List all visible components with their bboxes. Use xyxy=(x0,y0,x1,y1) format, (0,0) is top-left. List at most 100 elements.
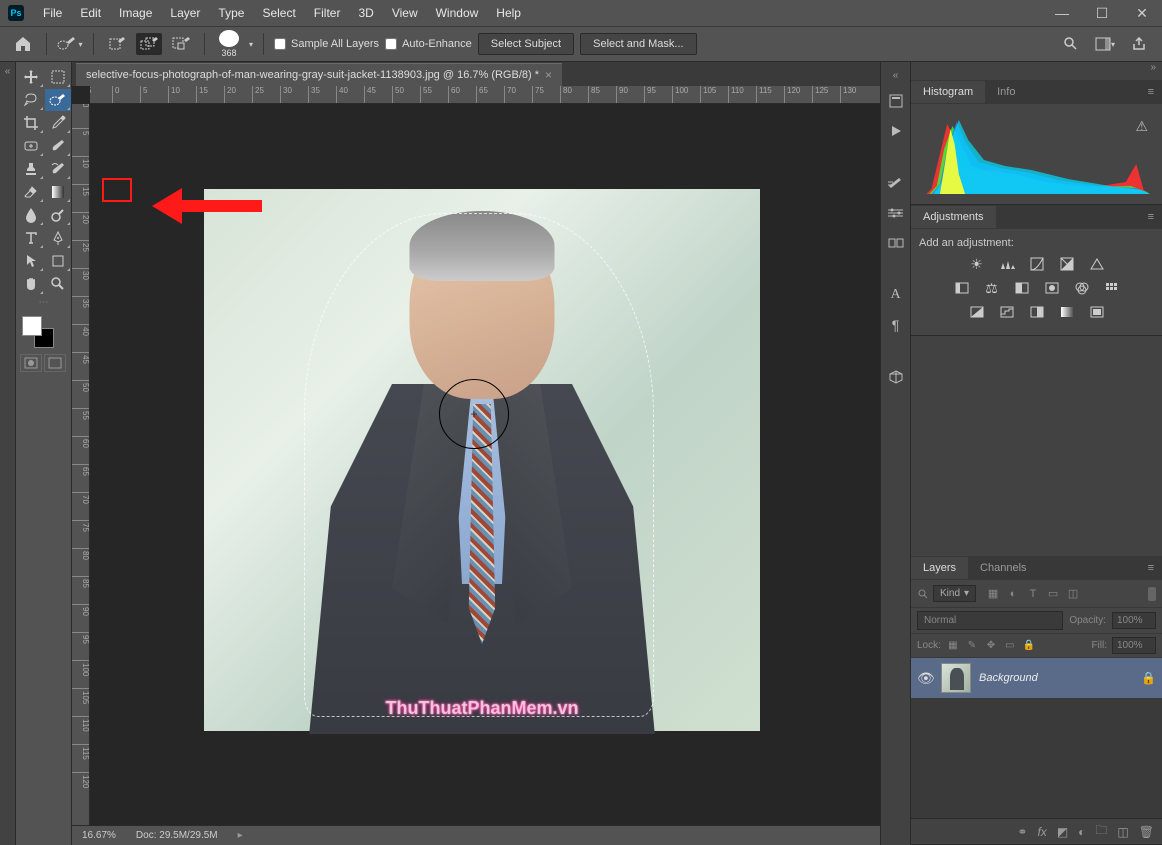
subtract-selection-icon[interactable] xyxy=(168,33,194,55)
info-tab[interactable]: Info xyxy=(985,81,1027,103)
new-layer-icon[interactable]: ◫ xyxy=(1117,825,1128,839)
opacity-value[interactable]: 100% xyxy=(1112,612,1156,629)
mask-icon[interactable]: ◩ xyxy=(1057,825,1068,839)
crop-tool[interactable] xyxy=(18,112,44,134)
panel-menu-icon[interactable]: ≡ xyxy=(1140,86,1162,98)
quick-selection-tool[interactable] xyxy=(45,89,71,111)
exposure-icon[interactable] xyxy=(1057,255,1077,273)
vibrance-icon[interactable] xyxy=(1087,255,1107,273)
hand-tool[interactable] xyxy=(18,273,44,295)
filter-shape-icon[interactable]: ▭ xyxy=(1046,587,1060,601)
link-layers-icon[interactable]: ⚭ xyxy=(1017,825,1027,839)
eraser-tool[interactable] xyxy=(18,181,44,203)
bw-icon[interactable] xyxy=(1012,279,1032,297)
filter-adjust-icon[interactable]: ◐ xyxy=(1006,587,1020,601)
add-selection-icon[interactable] xyxy=(136,33,162,55)
menu-help[interactable]: Help xyxy=(487,2,530,24)
type-tool[interactable] xyxy=(18,227,44,249)
menu-file[interactable]: File xyxy=(34,2,71,24)
fill-value[interactable]: 100% xyxy=(1112,637,1156,654)
maximize-button[interactable]: ☐ xyxy=(1082,2,1122,24)
close-tab-icon[interactable]: × xyxy=(545,68,552,82)
photo-filter-icon[interactable] xyxy=(1042,279,1062,297)
lock-brush-icon[interactable]: ✎ xyxy=(965,639,979,653)
new-selection-icon[interactable] xyxy=(104,33,130,55)
panel-menu-icon[interactable]: ≡ xyxy=(1140,562,1162,574)
filter-toggle[interactable] xyxy=(1148,587,1156,601)
play-icon[interactable] xyxy=(886,121,906,141)
stamp-tool[interactable] xyxy=(18,158,44,180)
hue-icon[interactable] xyxy=(952,279,972,297)
paragraph-panel-icon[interactable]: ¶ xyxy=(886,315,906,335)
select-and-mask-button[interactable]: Select and Mask... xyxy=(580,33,697,55)
kind-dropdown[interactable]: Kind▾ xyxy=(933,585,976,602)
gradient-tool[interactable] xyxy=(45,181,71,203)
dock-collapse-icon[interactable]: « xyxy=(893,70,899,81)
menu-3d[interactable]: 3D xyxy=(349,2,382,24)
lasso-tool[interactable] xyxy=(18,89,44,111)
history-icon[interactable] xyxy=(886,91,906,111)
layers-tab[interactable]: Layers xyxy=(911,557,968,579)
dodge-tool[interactable] xyxy=(45,204,71,226)
brush-preview[interactable]: 368 xyxy=(215,30,243,58)
eyedropper-tool[interactable] xyxy=(45,112,71,134)
foreground-color[interactable] xyxy=(22,316,42,336)
layer-lock-icon[interactable]: 🔒 xyxy=(1141,671,1156,685)
character-panel-icon[interactable]: A xyxy=(886,285,906,305)
filter-smart-icon[interactable]: ◫ xyxy=(1066,587,1080,601)
visibility-icon[interactable]: 👁 xyxy=(917,670,933,686)
filter-search-icon[interactable] xyxy=(917,588,929,600)
document-tab[interactable]: selective-focus-photograph-of-man-wearin… xyxy=(76,63,562,86)
marquee-tool[interactable] xyxy=(45,66,71,88)
threshold-icon[interactable] xyxy=(1027,303,1047,321)
adjustments-tab[interactable]: Adjustments xyxy=(911,206,996,228)
menu-edit[interactable]: Edit xyxy=(71,2,110,24)
lock-position-icon[interactable]: ✥ xyxy=(984,639,998,653)
workspace-icon[interactable]: ▾ xyxy=(1092,33,1118,55)
sample-all-layers-checkbox[interactable]: Sample All Layers xyxy=(274,38,379,50)
panel-menu-icon[interactable]: ≡ xyxy=(1140,211,1162,223)
move-tool[interactable] xyxy=(18,66,44,88)
select-subject-button[interactable]: Select Subject xyxy=(478,33,574,55)
blend-mode-dropdown[interactable]: Normal xyxy=(917,611,1063,630)
blur-tool[interactable] xyxy=(18,204,44,226)
menu-type[interactable]: Type xyxy=(209,2,253,24)
zoom-readout[interactable]: 16.67% xyxy=(82,830,116,841)
group-icon[interactable]: 🗀 xyxy=(1095,821,1107,842)
clone-source-icon[interactable] xyxy=(886,233,906,253)
path-selection-tool[interactable] xyxy=(18,250,44,272)
selective-color-icon[interactable] xyxy=(1087,303,1107,321)
filter-type-icon[interactable]: T xyxy=(1026,587,1040,601)
menu-window[interactable]: Window xyxy=(427,2,488,24)
home-icon[interactable] xyxy=(10,33,36,55)
share-icon[interactable] xyxy=(1126,33,1152,55)
shape-tool[interactable] xyxy=(45,250,71,272)
layer-thumbnail[interactable] xyxy=(941,663,971,693)
lock-pixels-icon[interactable]: ▦ xyxy=(946,639,960,653)
menu-layer[interactable]: Layer xyxy=(161,2,209,24)
brightness-icon[interactable]: ☀ xyxy=(967,255,987,273)
history-brush-tool[interactable] xyxy=(45,158,71,180)
invert-icon[interactable] xyxy=(967,303,987,321)
layer-name[interactable]: Background xyxy=(979,672,1133,684)
color-wells[interactable] xyxy=(18,314,69,350)
levels-icon[interactable] xyxy=(997,255,1017,273)
current-tool-icon[interactable]: ▾ xyxy=(57,33,83,55)
layer-row-background[interactable]: 👁 Background 🔒 xyxy=(911,658,1162,698)
brush-panel-icon[interactable] xyxy=(886,173,906,193)
channel-mixer-icon[interactable] xyxy=(1072,279,1092,297)
menu-select[interactable]: Select xyxy=(253,2,304,24)
fx-icon[interactable]: fx xyxy=(1037,825,1046,839)
gradient-map-icon[interactable] xyxy=(1057,303,1077,321)
brush-tool[interactable] xyxy=(45,135,71,157)
search-icon[interactable] xyxy=(1058,33,1084,55)
color-balance-icon[interactable]: ⚖ xyxy=(982,279,1002,297)
posterize-icon[interactable] xyxy=(997,303,1017,321)
screenmode-icon[interactable] xyxy=(44,354,66,372)
channels-tab[interactable]: Channels xyxy=(968,557,1038,579)
menu-filter[interactable]: Filter xyxy=(305,2,350,24)
toolbox-more-icon[interactable]: ⋯ xyxy=(18,297,69,308)
3d-panel-icon[interactable] xyxy=(886,367,906,387)
healing-tool[interactable] xyxy=(18,135,44,157)
minimize-button[interactable]: — xyxy=(1042,2,1082,24)
